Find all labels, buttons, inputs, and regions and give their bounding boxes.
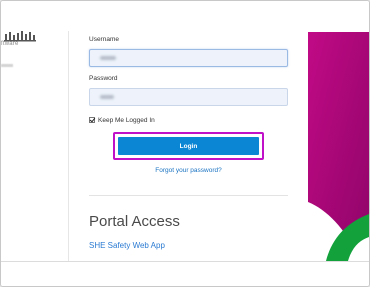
column-divider: [68, 31, 69, 261]
section-divider: [89, 195, 288, 196]
password-input[interactable]: [89, 88, 288, 106]
login-button[interactable]: Login: [118, 137, 259, 155]
remember-checkbox[interactable]: [89, 117, 95, 123]
brand-tagline-blurred: [1, 64, 13, 67]
remember-me[interactable]: Keep Me Logged In: [89, 116, 155, 124]
forgot-password-link[interactable]: Forgot your password?: [89, 167, 288, 174]
password-value-blurred: [100, 95, 114, 99]
username-input[interactable]: [89, 49, 288, 67]
page-viewport: ftware Username Password Keep Me Logged …: [1, 1, 369, 261]
brand-subtitle: ftware: [1, 41, 19, 47]
window-frame: ftware Username Password Keep Me Logged …: [0, 0, 370, 287]
password-label: Password: [89, 75, 118, 82]
portal-access-heading: Portal Access: [89, 213, 180, 230]
username-value-blurred: [100, 56, 116, 60]
login-button-highlight: Login: [113, 132, 264, 160]
username-label: Username: [89, 36, 119, 43]
decorative-artwork: [308, 32, 369, 261]
browser-bottom-bar: [1, 261, 369, 286]
portal-link-she-safety[interactable]: SHE Safety Web App: [89, 241, 165, 250]
remember-label: Keep Me Logged In: [98, 116, 155, 124]
